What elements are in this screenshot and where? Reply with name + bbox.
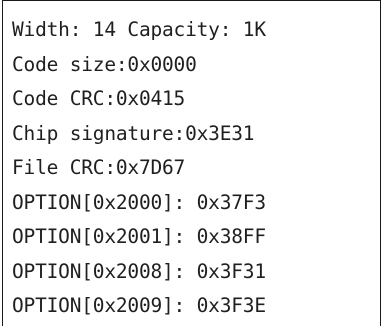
file-crc-line: File CRC:0x7D67 xyxy=(12,156,186,179)
option-2000-line: OPTION[0x2000]: 0x37F3 xyxy=(12,190,266,214)
code-crc-line: Code CRC:0x0415 xyxy=(12,87,186,110)
width-capacity-line: Width: 14 Capacity: 1K xyxy=(12,18,266,41)
option-2001-line: OPTION[0x2001]: 0x38FF xyxy=(12,225,266,248)
output-panel: Width: 14 Capacity: 1K Code size:0x0000 … xyxy=(2,0,381,326)
output-lines: Width: 14 Capacity: 1K Code size:0x0000 … xyxy=(12,13,266,324)
code-size-line: Code size:0x0000 xyxy=(12,52,197,76)
chip-signature-line: Chip signature:0x3E31 xyxy=(12,121,255,145)
option-2008-line: OPTION[0x2008]: 0x3F31 xyxy=(12,259,266,283)
option-2009-line: OPTION[0x2009]: 0x3F3E xyxy=(12,294,266,317)
